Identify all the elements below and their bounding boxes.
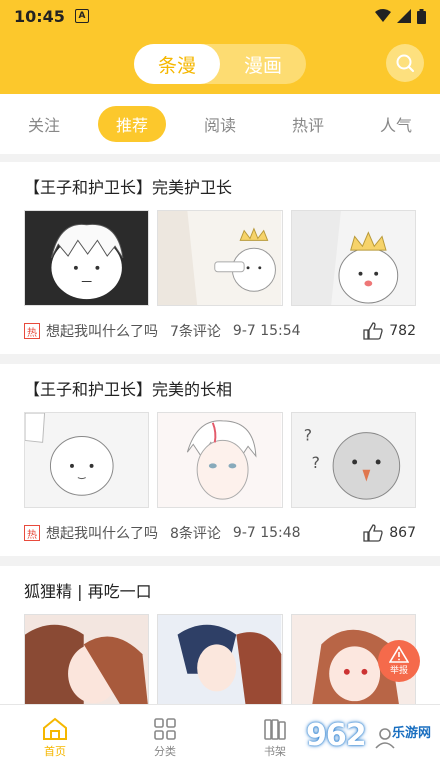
thumbs-up-icon — [363, 322, 383, 340]
comic-panel-image — [158, 615, 282, 704]
tab-hot-comments[interactable]: 热评 — [274, 106, 342, 142]
hot-badge: 热 — [24, 323, 40, 339]
tab-follow[interactable]: 关注 — [10, 106, 78, 142]
warning-icon — [389, 646, 409, 663]
clock: 10:45 — [14, 6, 65, 26]
nav-bookshelf-label: 书架 — [264, 744, 286, 758]
svg-text:?: ? — [311, 453, 319, 472]
author-name[interactable]: 想起我叫什么了吗 — [46, 321, 158, 341]
feed-card[interactable]: 【王子和护卫长】完美的长相 ? ? 热 想起我叫什么了吗 8条评论 9-7 15… — [0, 364, 440, 556]
battery-icon — [417, 8, 426, 24]
report-button[interactable]: 举报 — [378, 640, 420, 682]
comment-count[interactable]: 7条评论 — [170, 321, 221, 341]
notification-a-icon: A — [74, 9, 89, 23]
comic-panel-image — [25, 413, 149, 507]
wifi-icon — [375, 9, 391, 22]
tab-recommend[interactable]: 推荐 — [98, 106, 166, 142]
nav-profile[interactable] — [330, 705, 440, 770]
like-button[interactable]: 782 — [363, 322, 416, 340]
comic-panel-image — [291, 211, 415, 305]
feed-card[interactable]: 狐狸精 | 再吃一口 — [0, 566, 440, 704]
comic-thumbnail[interactable] — [157, 210, 283, 306]
nav-home[interactable]: 首页 — [0, 705, 110, 770]
comic-thumbnail[interactable]: ? ? — [290, 412, 416, 508]
tab-popular[interactable]: 人气 — [362, 106, 430, 142]
report-label: 举报 — [389, 666, 408, 676]
comic-thumbnail[interactable] — [290, 210, 416, 306]
like-count: 867 — [389, 525, 416, 541]
segment-manhua[interactable]: 漫画 — [220, 44, 306, 84]
comic-panel-image — [25, 211, 149, 305]
signal-icon — [397, 9, 411, 23]
grid-icon — [154, 717, 176, 740]
comic-thumbnail[interactable] — [24, 210, 150, 306]
nav-category-label: 分类 — [154, 744, 176, 758]
search-icon — [396, 54, 414, 72]
card-title: 【王子和护卫长】完美的长相 — [24, 380, 233, 399]
thumbs-up-icon — [363, 524, 383, 542]
feed-list: 【王子和护卫长】完美护卫长 热 想起我叫什么了吗 7条评论 9-7 15:54 … — [0, 162, 440, 704]
post-time: 9-7 15:48 — [232, 525, 301, 541]
comic-thumbnail[interactable] — [157, 614, 283, 704]
card-meta: 热 想起我叫什么了吗 7条评论 9-7 15:54 782 — [24, 308, 416, 354]
comic-thumbnail[interactable] — [24, 614, 150, 704]
top-header: 条漫 漫画 — [0, 32, 440, 94]
bottom-nav: 首页 分类 书架 — [0, 704, 440, 770]
svg-text:?: ? — [303, 425, 311, 444]
status-bar: 10:45 A — [0, 0, 440, 32]
bookshelf-icon — [264, 718, 286, 740]
like-count: 782 — [389, 323, 416, 339]
comic-type-switch: 条漫 漫画 — [134, 44, 306, 84]
status-icons — [375, 8, 426, 24]
feed-card[interactable]: 【王子和护卫长】完美护卫长 热 想起我叫什么了吗 7条评论 9-7 15:54 … — [0, 162, 440, 354]
feed-tabs: 关注 推荐 阅读 热评 人气 — [0, 94, 440, 154]
like-button[interactable]: 867 — [363, 524, 416, 542]
tab-reading[interactable]: 阅读 — [186, 106, 254, 142]
segment-tiaoman[interactable]: 条漫 — [134, 44, 220, 84]
thumbnail-row — [24, 210, 416, 308]
comment-count[interactable]: 8条评论 — [170, 523, 221, 543]
comic-thumbnail[interactable] — [157, 412, 283, 508]
comic-panel-image — [158, 413, 282, 507]
hot-badge: 热 — [24, 525, 40, 541]
comic-panel-image — [25, 615, 149, 704]
nav-category[interactable]: 分类 — [110, 705, 220, 770]
home-icon — [43, 717, 67, 740]
comic-thumbnail[interactable] — [24, 412, 150, 508]
card-title: 【王子和护卫长】完美护卫长 — [24, 178, 233, 197]
post-time: 9-7 15:54 — [232, 323, 301, 339]
profile-icon — [375, 727, 395, 749]
nav-bookshelf[interactable]: 书架 — [220, 705, 330, 770]
search-button[interactable] — [386, 44, 424, 82]
thumbnail-row — [24, 614, 416, 704]
comic-panel-image: ? ? — [291, 413, 415, 507]
nav-home-label: 首页 — [44, 744, 66, 758]
author-name[interactable]: 想起我叫什么了吗 — [46, 523, 158, 543]
thumbnail-row: ? ? — [24, 412, 416, 510]
card-meta: 热 想起我叫什么了吗 8条评论 9-7 15:48 867 — [24, 510, 416, 556]
comic-panel-image — [158, 211, 282, 305]
card-title: 狐狸精 | 再吃一口 — [24, 582, 152, 601]
